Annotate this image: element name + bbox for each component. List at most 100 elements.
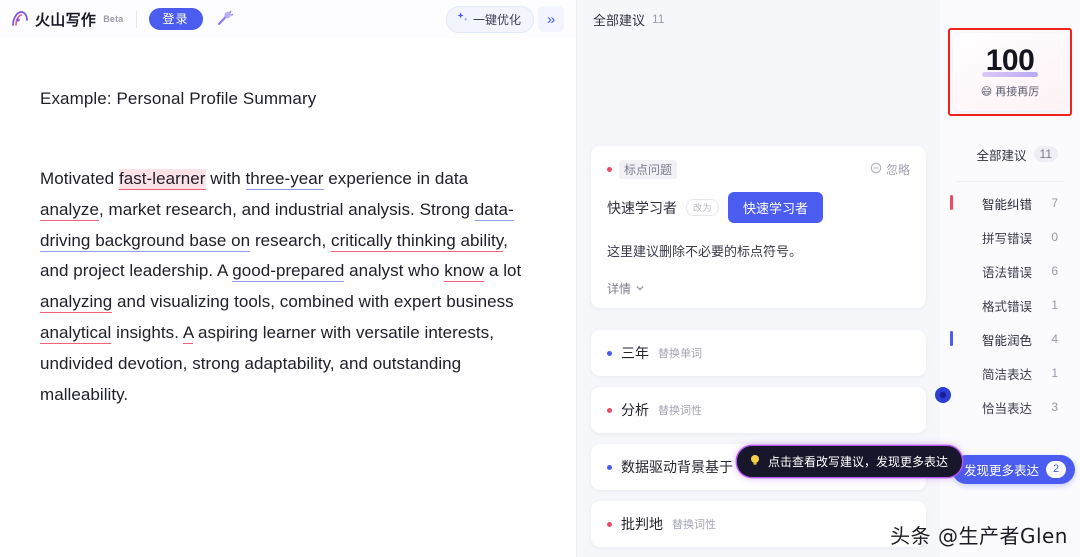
doc-text: a lot <box>484 261 522 281</box>
right-sidebar: 100 😄 再接再厉 全部建议 11 智能纠错 7 拼写错误 0 语法错误 6 格式错误 1 智能润… <box>935 0 1080 557</box>
sidebar-item-count: 0 <box>1051 230 1058 244</box>
document-editor[interactable]: Example: Personal Profile Summary Motiva… <box>0 38 576 557</box>
doc-flagged-text[interactable]: critically thinking ability <box>331 230 504 252</box>
ignore-button[interactable]: 忽略 <box>870 161 910 178</box>
sidebar-item-label: 全部建议 <box>976 148 1027 163</box>
mini-card-action: 替换单词 <box>658 348 702 360</box>
one-click-optimize-button[interactable]: 一键优化 <box>445 5 534 33</box>
optimize-label: 一键优化 <box>472 12 521 27</box>
tooltip-text: 点击查看改写建议，发现更多表达 <box>768 455 949 469</box>
sidebar-item-count: 6 <box>1051 264 1058 278</box>
discover-more-button[interactable]: 发现更多表达 2 <box>952 455 1076 484</box>
replacement-row: 快速学习者 改为 快速学习者 <box>607 192 910 223</box>
severity-dot-icon <box>607 464 612 470</box>
apply-replacement-button[interactable]: 快速学习者 <box>728 192 824 223</box>
doc-flagged-text[interactable]: know <box>444 261 485 283</box>
magic-wand-icon[interactable] <box>212 7 236 31</box>
login-button[interactable]: 登录 <box>148 8 203 30</box>
doc-flagged-text[interactable]: analyze <box>40 199 99 221</box>
editor-column: 火山写作 Beta 登录 一键优化 » Example: Personal Pr… <box>0 0 577 557</box>
document-body[interactable]: Motivated fast-learner with three-year e… <box>40 164 536 410</box>
sidebar-item-count: 1 <box>1051 298 1058 312</box>
sidebar-item-label: 简洁表达 <box>981 367 1032 382</box>
lightbulb-icon <box>748 453 762 470</box>
category-accent-bar <box>950 195 953 210</box>
mini-card-word: 分析 <box>621 402 649 418</box>
sidebar-item-0[interactable]: 全部建议 11 <box>940 137 1080 171</box>
suggestion-header-count: 11 <box>652 12 665 26</box>
sidebar-item-2[interactable]: 拼写错误 0 <box>940 220 1080 254</box>
toolbar-divider <box>135 10 137 28</box>
doc-flagged-text[interactable]: fast-learner <box>118 169 206 190</box>
category-nav-list: 全部建议 11 智能纠错 7 拼写错误 0 语法错误 6 格式错误 1 智能润色 4 简洁表达 1 恰当表达… <box>940 137 1080 424</box>
sidebar-item-count: 1 <box>1051 366 1058 380</box>
app-logo[interactable]: 火山写作 Beta <box>10 9 124 30</box>
suggestion-description: 这里建议删除不必要的标点符号。 <box>607 244 803 259</box>
doc-text: , market research, and industrial analys… <box>98 199 475 219</box>
suggestion-card-header: 标点问题 忽略 <box>607 160 910 179</box>
severity-dot-icon <box>607 521 612 527</box>
sidebar-item-3[interactable]: 语法错误 6 <box>940 254 1080 288</box>
doc-flagged-text[interactable]: A <box>182 322 194 344</box>
detail-label: 详情 <box>607 282 632 296</box>
detail-toggle[interactable]: 详情 <box>607 280 910 297</box>
sidebar-item-5[interactable]: 智能润色 4 <box>940 322 1080 356</box>
sidebar-item-count: 3 <box>1051 400 1058 414</box>
rewrite-hint-tooltip: 点击查看改写建议，发现更多表达 <box>737 446 963 477</box>
doc-flagged-text[interactable]: good-prepared <box>232 261 345 283</box>
suggestion-scroll-area[interactable]: 标点问题 忽略 快速学习者 改为 快速学习者 这里建议删除不必要的标点符号。 详… <box>577 38 940 557</box>
suggestion-mini-card[interactable]: 三年 替换单词 <box>591 330 926 376</box>
sidebar-item-label: 智能纠错 <box>981 197 1032 212</box>
sidebar-item-count: 7 <box>1051 196 1058 210</box>
discover-badge: 2 <box>1046 461 1067 478</box>
sidebar-item-label: 智能润色 <box>981 333 1032 348</box>
doc-text: with <box>205 169 246 188</box>
suggestion-header-label: 全部建议 <box>593 12 646 28</box>
category-accent-bar <box>950 331 953 346</box>
mini-card-word: 数据驱动背景基于 <box>621 459 733 475</box>
mini-card-action: 替换词性 <box>672 519 716 531</box>
mini-card-action: 替换词性 <box>658 405 702 417</box>
mini-card-word: 批判地 <box>621 516 663 532</box>
sidebar-item-6[interactable]: 简洁表达 1 <box>940 356 1080 390</box>
sidebar-item-label: 格式错误 <box>981 299 1032 314</box>
doc-text: research, <box>250 230 332 250</box>
change-to-chip: 改为 <box>686 199 720 216</box>
doc-flagged-text[interactable]: analyzing <box>40 292 113 314</box>
sidebar-item-count: 11 <box>1033 146 1058 162</box>
settings-gear-icon[interactable] <box>932 384 954 406</box>
sparkle-icon <box>456 11 469 27</box>
doc-flagged-text[interactable]: analytical <box>40 322 112 344</box>
original-text: 快速学习者 <box>607 199 677 216</box>
volcano-logo-icon <box>10 9 30 29</box>
severity-dot-icon <box>607 350 612 356</box>
nav-divider <box>956 181 1064 182</box>
chevron-down-icon <box>635 282 645 296</box>
score-underline-decoration <box>982 72 1038 77</box>
suggestion-mini-card[interactable]: 分析 替换词性 <box>591 387 926 433</box>
doc-text: insights. <box>111 322 183 342</box>
sidebar-item-label: 恰当表达 <box>981 401 1032 416</box>
ignore-label: 忽略 <box>885 163 910 177</box>
circle-minus-icon <box>870 162 882 177</box>
doc-flagged-text[interactable]: three-year <box>245 169 324 190</box>
suggestion-card-active[interactable]: 标点问题 忽略 快速学习者 改为 快速学习者 这里建议删除不必要的标点符号。 详… <box>591 146 926 308</box>
doc-text: experience in data <box>323 169 469 188</box>
sidebar-item-label: 语法错误 <box>981 265 1032 280</box>
mini-card-word: 三年 <box>621 345 649 361</box>
score-card: 100 😄 再接再厉 <box>953 33 1067 111</box>
discover-label: 发现更多表达 <box>964 464 1040 478</box>
doc-text: analyst who <box>344 261 445 281</box>
score-subtitle-label: 再接再厉 <box>995 86 1040 98</box>
sidebar-item-7[interactable]: 恰当表达 3 <box>940 390 1080 424</box>
suggestion-mini-card[interactable]: 批判地 替换词性 <box>591 501 926 547</box>
app-root: 火山写作 Beta 登录 一键优化 » Example: Personal Pr… <box>0 0 1080 557</box>
doc-text: Motivated <box>40 169 119 188</box>
suggestion-column: 全部建议 11 标点问题 忽略 快速学习者 改为 快速学习者 这里建议删除不必要… <box>577 0 963 557</box>
sidebar-item-1[interactable]: 智能纠错 7 <box>940 186 1080 220</box>
document-title: Example: Personal Profile Summary <box>40 89 317 108</box>
severity-dot-icon <box>607 167 612 172</box>
expand-panel-icon[interactable]: » <box>538 6 564 32</box>
doc-text: and visualizing tools, combined with exp… <box>112 292 514 312</box>
sidebar-item-4[interactable]: 格式错误 1 <box>940 288 1080 322</box>
